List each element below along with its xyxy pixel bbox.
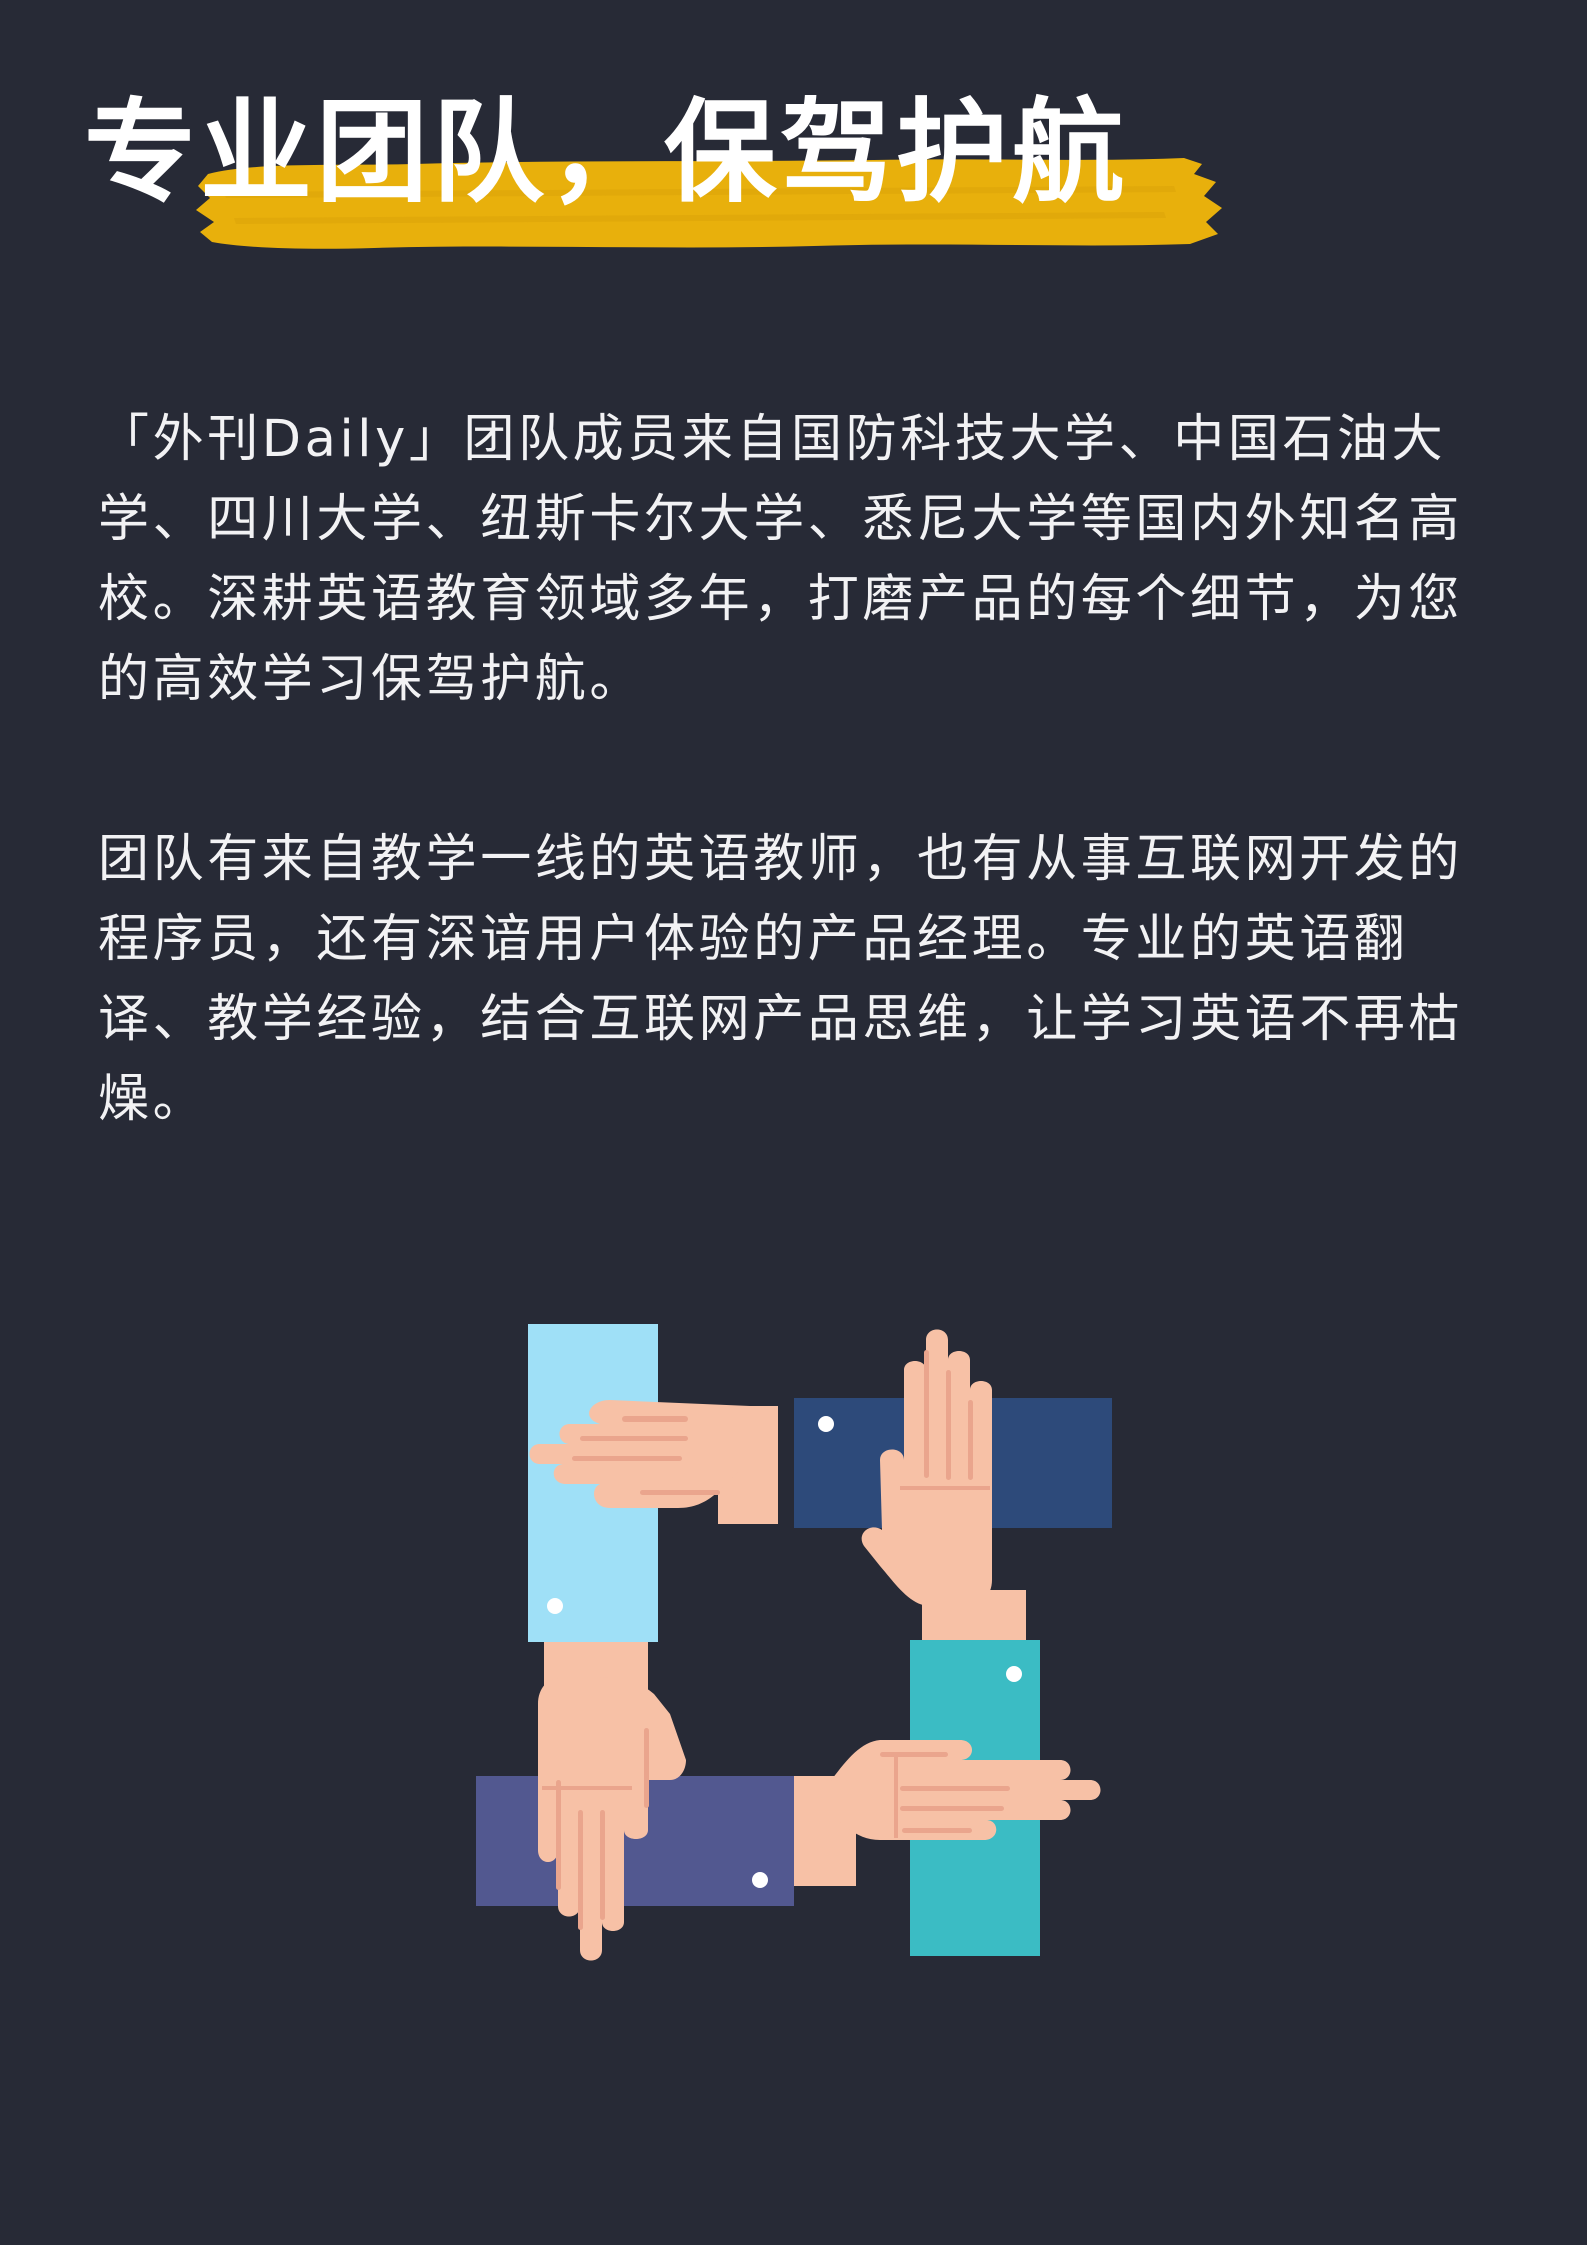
hand-top-right [794,1329,1112,1646]
hand-bottom-left [476,1642,794,1961]
intro-paragraph: 「外刊Daily」团队成员来自国防科技大学、中国石油大学、四川大学、纽斯卡尔大学… [98,410,1464,709]
hand-bottom-right [792,1640,1101,1956]
teamwork-hands-icon [476,1324,1112,1961]
hand-top-left [528,1324,778,1642]
team-paragraph: 团队有来自教学一线的英语教师，也有从事互联网开发的程序员，还有深谙用户体验的产品… [98,830,1464,1129]
page-title: 专业团队，保驾护航 [84,88,1128,218]
page: 专业团队，保驾护航 「外刊Daily」团队成员来自国防科技大学、中国石油大学、四… [0,0,1587,2245]
heading-section: 专业团队，保驾护航 [84,88,1222,268]
